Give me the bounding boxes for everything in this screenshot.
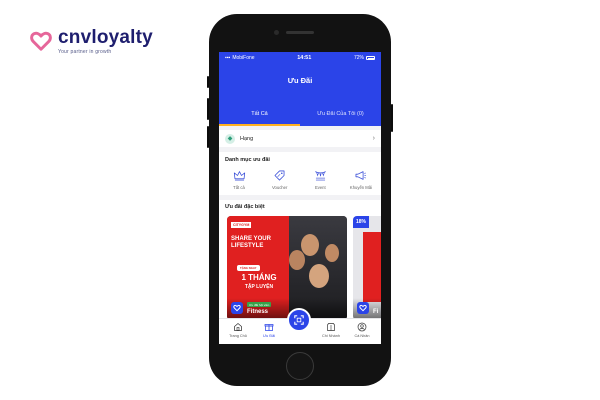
heart-logo-icon [30, 31, 52, 51]
category-list: Tất cả Voucher Event Khuyến Mãi [225, 169, 375, 190]
gift-icon [264, 324, 274, 331]
voucher-tag-icon [274, 170, 285, 181]
nav-branches[interactable]: Chi Nhánh [318, 322, 344, 344]
earpiece-speaker [286, 31, 314, 34]
discount-badge: 18% [353, 216, 370, 228]
special-deals-title: Ưu đãi đặc biệt [225, 204, 265, 210]
nav-home[interactable]: Trang Chủ [225, 322, 251, 344]
rank-label: Hạng [240, 135, 254, 142]
nav-label: Trang Chủ [229, 334, 247, 338]
category-item-all[interactable]: Tất cả [225, 169, 253, 190]
rank-icon: ◆ [225, 133, 235, 144]
promo-offer-sub: TẬP LUYỆN [244, 284, 274, 290]
megaphone-icon [356, 171, 367, 180]
nav-label: Ưu Đãi [262, 334, 276, 338]
card-tagline: Ưu đãi hội viên [247, 302, 272, 307]
crown-icon [233, 171, 245, 181]
mute-switch [207, 76, 209, 88]
category-item-voucher[interactable]: Voucher [266, 169, 294, 190]
nav-offers[interactable]: Ưu Đãi [256, 322, 282, 344]
category-label: Khuyến Mãi [349, 185, 373, 190]
heart-badge-icon [357, 302, 369, 314]
category-section: Danh mục ưu đãi Tất cả Voucher Event Khu… [219, 152, 381, 195]
category-item-event[interactable]: Event [306, 169, 334, 190]
nav-label: Cá Nhân [354, 334, 370, 338]
page: cnvloyalty Your partner in growth ▪▪▪ Mo… [0, 0, 600, 400]
volume-up-button [207, 98, 209, 120]
app-screen: ▪▪▪ MobiFone 14:51 72% Ưu Đãi Tất Cả Ưu … [219, 52, 381, 344]
brand-tagline: Your partner in growth [58, 49, 112, 55]
deal-card[interactable]: CITYGYM SHARE YOUR LIFESTYLE TẶNG NGAY 1… [227, 216, 347, 320]
nav-label: Chi Nhánh [322, 334, 340, 338]
bunting-icon [314, 171, 326, 181]
category-label: Tất cả [233, 185, 245, 190]
promo-pill: TẶNG NGAY [237, 265, 260, 271]
card-category: Fi [373, 309, 379, 315]
card-category: Fitness [247, 309, 269, 315]
category-section-title: Danh mục ưu đãi [225, 157, 270, 163]
category-item-promotion[interactable]: Khuyến Mãi [347, 169, 375, 190]
scan-button[interactable] [287, 308, 311, 332]
store-icon [327, 323, 335, 331]
brand-logo: cnvloyalty Your partner in growth [30, 28, 153, 55]
chevron-right-icon: › [372, 135, 375, 142]
nav-profile[interactable]: Cá Nhân [349, 322, 375, 344]
category-label: Voucher [271, 185, 288, 190]
battery-icon [366, 56, 375, 60]
user-icon [357, 322, 367, 332]
battery-percent: 72% [353, 55, 364, 61]
power-button [391, 104, 393, 132]
page-title: Ưu Đãi [287, 76, 313, 85]
promo-headline: SHARE YOUR LIFESTYLE [231, 236, 271, 249]
home-icon [234, 323, 242, 331]
partner-logo: CITYGYM [231, 222, 252, 228]
status-time: 14:51 [297, 55, 312, 61]
home-button[interactable] [286, 352, 314, 380]
status-bar: ▪▪▪ MobiFone 14:51 72% [219, 52, 381, 64]
heart-badge-icon [231, 302, 243, 314]
tab-bar: Tất Cả Ưu Đãi Của Tôi (0) [219, 104, 381, 126]
scan-icon [294, 315, 304, 325]
tab-all[interactable]: Tất Cả [219, 104, 300, 126]
front-camera [274, 30, 279, 35]
category-label: Event [314, 185, 326, 190]
brand-name: cnvloyalty [58, 27, 153, 48]
rank-row[interactable]: ◆ Hạng › [219, 130, 381, 147]
signal-icon: ▪▪▪ [225, 55, 231, 61]
promo-offer: 1 THÁNG [241, 273, 277, 282]
deal-card[interactable]: 18% Fi [353, 216, 381, 320]
volume-down-button [207, 126, 209, 148]
promo-banner [363, 232, 381, 302]
carrier-name: MobiFone [232, 55, 255, 61]
phone-frame: ▪▪▪ MobiFone 14:51 72% Ưu Đãi Tất Cả Ưu … [207, 14, 393, 386]
app-header: ▪▪▪ MobiFone 14:51 72% Ưu Đãi Tất Cả Ưu … [219, 52, 381, 126]
tab-my-offers[interactable]: Ưu Đãi Của Tôi (0) [300, 104, 381, 126]
